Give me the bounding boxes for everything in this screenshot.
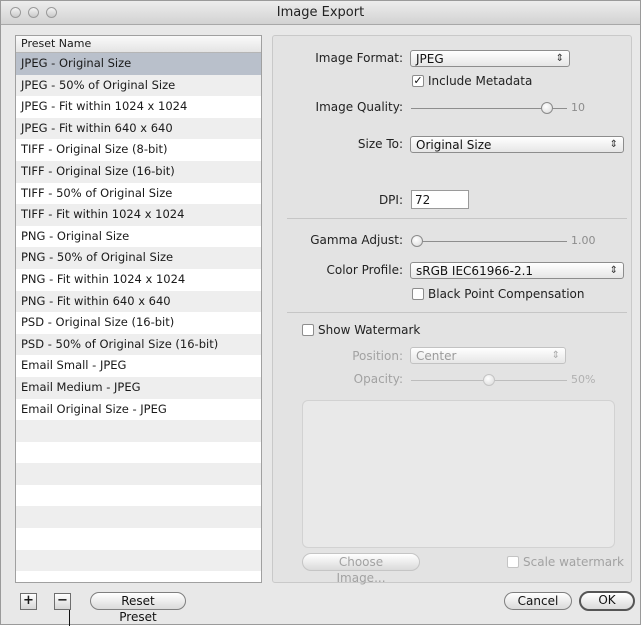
choose-image-button[interactable]: Choose Image...: [302, 553, 420, 585]
preset-row[interactable]: JPEG - 50% of Original Size: [16, 74, 261, 97]
dpi-label: DPI:: [378, 193, 403, 207]
gamma-adjust-knob[interactable]: [411, 235, 423, 247]
preset-row[interactable]: JPEG - Original Size: [16, 53, 261, 75]
preset-row[interactable]: PNG - 50% of Original Size: [16, 247, 261, 269]
black-point-label: Black Point Compensation: [428, 287, 585, 301]
ok-button[interactable]: OK: [579, 591, 635, 611]
color-profile-label: Color Profile:: [326, 263, 404, 277]
window-title: Image Export: [276, 5, 365, 20]
preset-row[interactable]: Email Medium - JPEG: [16, 376, 261, 399]
preset-row[interactable]: PSD - 50% of Original Size (16-bit): [16, 333, 261, 356]
image-format-label: Image Format:: [315, 51, 403, 65]
section-divider: [287, 312, 627, 313]
preset-list-header[interactable]: Preset Name: [16, 36, 261, 53]
empty-row: [16, 485, 261, 507]
scale-watermark-checkbox[interactable]: [507, 556, 519, 568]
size-to-value: Original Size: [416, 138, 492, 152]
gamma-adjust-label: Gamma Adjust:: [310, 233, 403, 247]
preset-row[interactable]: JPEG - Fit within 1024 x 1024: [16, 96, 261, 118]
preset-row[interactable]: Email Small - JPEG: [16, 355, 261, 377]
preset-row[interactable]: TIFF - 50% of Original Size: [16, 183, 261, 205]
add-preset-button[interactable]: +: [20, 593, 37, 610]
popup-arrows-icon: ⇕: [609, 265, 618, 276]
gamma-adjust-slider[interactable]: [411, 241, 567, 242]
color-profile-popup[interactable]: sRGB IEC61966-2.1 ⇕: [410, 262, 624, 279]
popup-arrows-icon: ⇕: [609, 139, 618, 150]
preset-row[interactable]: PSD - Original Size (16-bit): [16, 312, 261, 334]
gamma-adjust-value: 1.00: [571, 234, 596, 247]
preset-row[interactable]: PNG - Original Size: [16, 226, 261, 248]
include-metadata-label: Include Metadata: [428, 74, 533, 88]
preset-row[interactable]: JPEG - Fit within 640 x 640: [16, 117, 261, 140]
image-format-value: JPEG: [416, 52, 444, 66]
image-quality-label: Image Quality:: [315, 100, 403, 114]
show-watermark-checkbox[interactable]: [302, 324, 314, 336]
preset-rows: JPEG - Original Size JPEG - 50% of Origin…: [16, 53, 261, 572]
watermark-image-well[interactable]: [302, 400, 615, 548]
image-export-window: Image Export Preset Name JPEG - Original…: [0, 0, 641, 626]
image-quality-knob[interactable]: [540, 102, 553, 114]
include-metadata-checkbox[interactable]: ✓: [412, 75, 424, 87]
preset-row[interactable]: Email Original Size - JPEG: [16, 399, 261, 421]
reset-preset-button[interactable]: Reset Preset: [90, 592, 186, 624]
watermark-position-popup[interactable]: Center ⇕: [410, 347, 566, 364]
section-divider: [287, 218, 627, 219]
show-watermark-label: Show Watermark: [318, 323, 421, 337]
export-settings-panel: Image Format: JPEG ⇕ ✓ Include Metadata …: [272, 35, 632, 585]
black-point-checkbox[interactable]: [412, 288, 424, 300]
scale-watermark-label: Scale watermark: [523, 555, 625, 569]
size-to-label: Size To:: [357, 137, 403, 151]
callout-line: [69, 610, 70, 626]
checkmark-icon: ✓: [413, 74, 423, 87]
watermark-opacity-knob[interactable]: [483, 374, 495, 386]
watermark-opacity-label: Opacity:: [353, 372, 403, 386]
empty-row: [16, 528, 261, 550]
remove-preset-button[interactable]: −: [54, 593, 71, 610]
preset-list[interactable]: Preset Name JPEG - Original Size JPEG - 5…: [15, 35, 262, 583]
preset-row[interactable]: TIFF - Original Size (8-bit): [16, 139, 261, 161]
preset-row[interactable]: PNG - Fit within 1024 x 1024: [16, 269, 261, 291]
empty-row: [16, 463, 261, 485]
color-profile-value: sRGB IEC61966-2.1: [416, 264, 534, 278]
size-to-popup[interactable]: Original Size ⇕: [410, 136, 624, 153]
empty-row: [16, 506, 261, 529]
popup-arrows-icon: ⇕: [555, 53, 564, 64]
dpi-field[interactable]: 72: [411, 190, 469, 209]
empty-row: [16, 442, 261, 464]
watermark-position-value: Center: [416, 349, 457, 363]
image-format-popup[interactable]: JPEG ⇕: [410, 50, 570, 67]
watermark-opacity-value: 50%: [571, 373, 596, 386]
empty-row: [16, 549, 261, 572]
preset-row[interactable]: PNG - Fit within 640 x 640: [16, 290, 261, 313]
title-bar: Image Export: [1, 1, 640, 25]
empty-row: [16, 420, 261, 442]
preset-row[interactable]: TIFF - Fit within 1024 x 1024: [16, 204, 261, 226]
cancel-button[interactable]: Cancel: [504, 592, 572, 610]
preset-row[interactable]: TIFF - Original Size (16-bit): [16, 160, 261, 183]
popup-arrows-icon: ⇕: [551, 350, 560, 361]
image-quality-value: 10: [571, 101, 585, 114]
watermark-position-label: Position:: [352, 349, 403, 363]
